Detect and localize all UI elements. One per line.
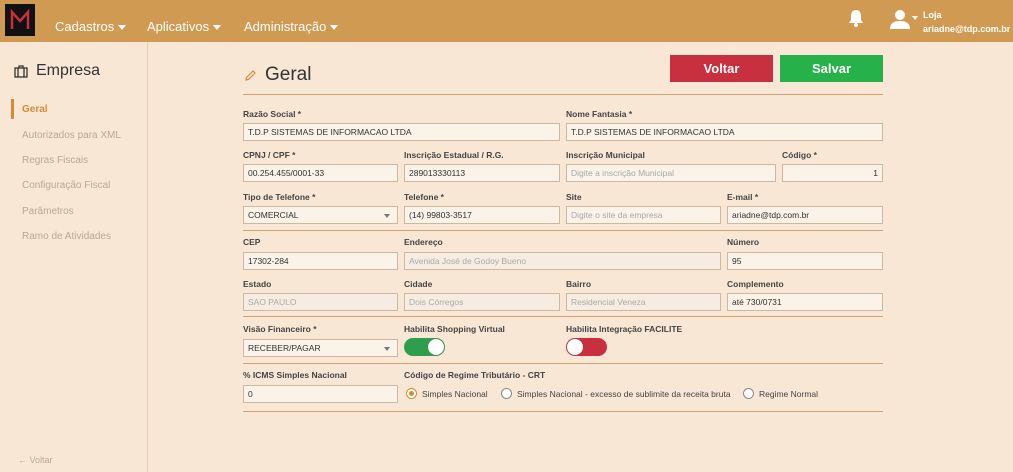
endereco-input: Avenida José de Godoy Bueno [404,252,721,270]
briefcase-icon [14,64,28,78]
sidebar-item-geral[interactable]: Geral [22,104,48,115]
facilite-toggle[interactable] [566,338,607,356]
sidebar-item-configuracao-fiscal[interactable]: Configuração Fiscal [22,180,110,191]
tipo-telefone-select[interactable]: COMERCIAL [243,206,398,224]
cnpj-input[interactable]: 00.254.455/0001-33 [243,164,398,182]
shopping-virtual-toggle[interactable] [404,338,445,356]
user-menu-chevron-icon[interactable] [912,16,918,20]
icms-input[interactable]: 0 [243,385,398,403]
site-label: Site [566,192,582,202]
email-label: E-mail * [727,192,759,202]
divider [243,316,883,317]
menu-aplicativos[interactable]: Aplicativos [147,19,222,34]
chevron-down-icon [384,214,390,218]
menu-aplicativos-label: Aplicativos [147,19,210,34]
chevron-down-icon [213,25,222,31]
endereco-label: Endereço [404,237,443,247]
menu-administracao[interactable]: Administração [244,19,339,34]
inscricao-municipal-input[interactable]: Digite a inscrição Municipal [566,164,776,182]
radio-checked-icon [406,388,417,399]
toggle-knob [567,339,583,355]
crt-option-label: Regime Normal [759,388,819,399]
telefone-label: Telefone * [404,192,444,202]
crt-option-regime-normal[interactable]: Regime Normal [743,388,818,399]
razao-social-label: Razão Social * [243,109,302,119]
estado-label: Estado [243,279,272,289]
inscricao-estadual-input[interactable]: 289013330113 [404,164,560,182]
numero-label: Número [727,237,760,247]
sidebar-title: Empresa [14,62,100,80]
pencil-icon [245,69,256,81]
bairro-input: Residencial Veneza [566,293,721,311]
active-indicator [11,99,14,119]
inscricao-estadual-label: Inscrição Estadual / R.G. [404,150,504,160]
sidebar-item-ramo-atividades[interactable]: Ramo de Atividades [22,231,111,242]
bairro-label: Bairro [566,279,592,289]
user-role: Loja [923,10,942,20]
visao-financeiro-select[interactable]: RECEBER/PAGAR [243,339,398,357]
divider [243,411,883,412]
sidebar: Empresa Geral Autorizados para XML Regra… [0,42,148,472]
chevron-down-icon [118,25,127,31]
user-email: ariadne@tdp.com.br [923,24,1011,34]
inscricao-municipal-label: Inscrição Municipal [566,150,645,160]
site-input[interactable]: Digite o site da empresa [566,206,721,224]
telefone-input[interactable]: (14) 99803-3517 [404,206,560,224]
toggle-knob [428,339,444,355]
page-title-label: Geral [265,64,312,85]
page-title: Geral [244,64,311,86]
razao-social-input[interactable]: T.D.P SISTEMAS DE INFORMACAO LTDA [243,123,560,141]
sidebar-item-parametros[interactable]: Parâmetros [22,206,74,217]
nome-fantasia-input[interactable]: T.D.P SISTEMAS DE INFORMACAO LTDA [566,123,883,141]
menu-cadastros-label: Cadastros [55,19,115,34]
crt-option-label: Simples Nacional [422,388,488,399]
crt-label: Código de Regime Tributário - CRT [404,370,546,380]
cep-input[interactable]: 17302-284 [243,252,398,270]
cidade-input: Dois Córregos [404,293,560,311]
cep-label: CEP [243,237,261,247]
complemento-label: Complemento [727,279,784,289]
estado-input: SAO PAULO [243,293,398,311]
crt-option-label: Simples Nacional - excesso de sublimite … [517,388,731,399]
radio-unchecked-icon [743,388,754,399]
chevron-down-icon [384,347,390,351]
menu-cadastros[interactable]: Cadastros [55,19,127,34]
divider [243,230,883,231]
icms-label: % ICMS Simples Nacional [243,370,347,380]
sidebar-item-regras-fiscais[interactable]: Regras Fiscais [22,155,88,166]
top-navbar: Cadastros Aplicativos Administração Loja… [0,0,1013,42]
visao-financeiro-label: Visão Financeiro * [243,324,317,334]
numero-input[interactable]: 95 [727,252,883,270]
sidebar-item-autorizados-xml[interactable]: Autorizados para XML [22,130,121,141]
codigo-input[interactable]: 1 [782,164,883,182]
logo-icon [10,8,30,29]
crt-option-excesso-sublimite[interactable]: Simples Nacional - excesso de sublimite … [501,388,731,399]
back-button[interactable]: Voltar [670,55,773,82]
app-logo[interactable] [5,4,35,36]
crt-option-simples-nacional[interactable]: Simples Nacional [406,388,488,399]
visao-financeiro-value: RECEBER/PAGAR [248,343,321,353]
nome-fantasia-label: Nome Fantasia * [566,109,633,119]
tipo-telefone-label: Tipo de Telefone * [243,192,316,202]
complemento-input[interactable]: até 730/0731 [727,293,883,311]
tipo-telefone-value: COMERCIAL [248,210,299,220]
shopping-virtual-label: Habilita Shopping Virtual [404,324,505,334]
menu-administracao-label: Administração [244,19,327,34]
email-input[interactable]: ariadne@tdp.com.br [727,206,883,224]
sidebar-back-link[interactable]: ← Voltar [18,455,53,465]
notification-bell-icon[interactable] [848,9,864,27]
chevron-down-icon [330,25,339,31]
cnpj-label: CPNJ / CPF * [243,150,296,160]
save-button[interactable]: Salvar [780,55,883,82]
divider [243,94,883,95]
divider [243,363,883,364]
codigo-label: Código * [782,150,817,160]
radio-unchecked-icon [501,388,512,399]
user-avatar-icon[interactable] [889,8,911,30]
cidade-label: Cidade [404,279,433,289]
sidebar-title-label: Empresa [36,62,101,79]
facilite-label: Habilita Integração FACILITE [566,324,683,334]
